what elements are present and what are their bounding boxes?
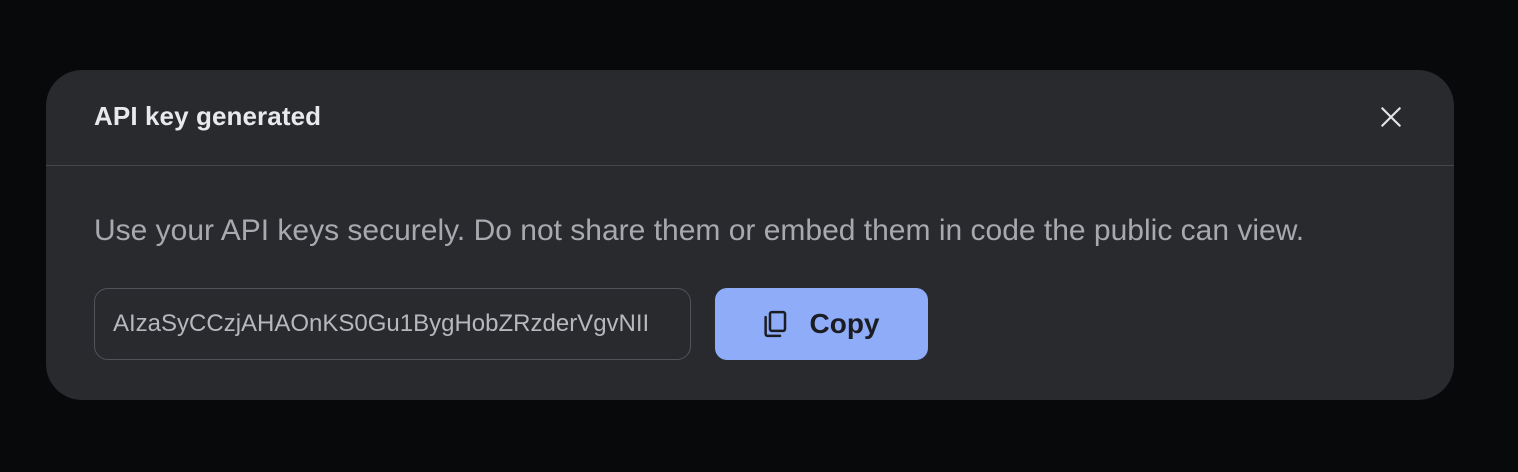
copy-button[interactable]: Copy bbox=[715, 288, 928, 360]
dialog-title: API key generated bbox=[94, 101, 322, 131]
api-key-field[interactable] bbox=[94, 288, 691, 360]
dialog-header: API key generated bbox=[46, 70, 1454, 166]
copy-icon bbox=[760, 309, 790, 339]
security-message: Use your API keys securely. Do not share… bbox=[94, 214, 1305, 247]
close-button[interactable] bbox=[1376, 102, 1406, 132]
copy-button-label: Copy bbox=[809, 308, 880, 339]
api-key-dialog: API key generated Use your API keys secu… bbox=[46, 70, 1454, 400]
close-icon bbox=[1381, 107, 1401, 127]
